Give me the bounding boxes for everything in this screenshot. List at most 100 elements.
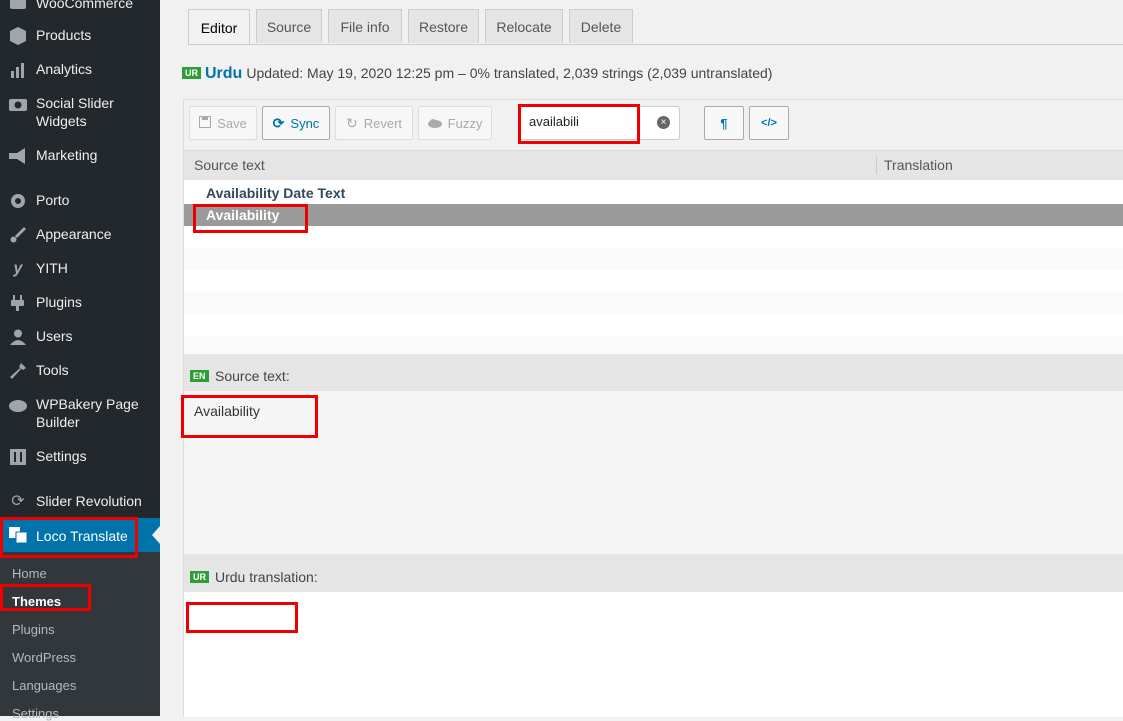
source-flag: EN	[190, 370, 209, 382]
menu-social-slider-widgets[interactable]: Social Slider Widgets	[0, 94, 160, 132]
menu-label: Settings	[36, 448, 87, 464]
menu-loco-translate[interactable]: Loco Translate	[0, 518, 160, 552]
refresh-icon: ⟳	[11, 493, 25, 510]
file-status: UR Urdu Updated: May 19, 2020 12:25 pm – 0…	[182, 65, 772, 83]
menu-label: Porto	[36, 192, 70, 208]
strings-grid-header: Source text Translation	[184, 151, 1123, 180]
tab-divider	[188, 44, 1123, 45]
column-translation[interactable]: Translation	[884, 157, 953, 173]
porto-icon	[8, 191, 28, 211]
menu-label: Loco Translate	[36, 528, 128, 544]
floppy-icon	[199, 115, 212, 131]
table-row[interactable]: Availability Date Text	[184, 182, 1123, 204]
translation-textarea[interactable]	[184, 593, 1123, 717]
woocommerce-icon	[8, 0, 28, 14]
menu-label: Tools	[36, 362, 69, 378]
editor-toolbar: Save ⟳ Sync ↻ Revert Fuzzy × ¶ </>	[184, 100, 1123, 151]
empty-row	[184, 336, 1123, 354]
menu-label: Appearance	[36, 226, 112, 242]
plugin-icon	[8, 293, 28, 313]
menu-settings[interactable]: Settings	[0, 447, 160, 467]
translation-pane-header: UR Urdu translation:	[184, 561, 1123, 592]
tab-restore[interactable]: Restore	[408, 9, 479, 43]
camera-icon	[8, 94, 28, 114]
source-pane-header: EN Source text:	[184, 360, 1123, 391]
settings-icon	[8, 447, 28, 467]
menu-marketing[interactable]: Marketing	[0, 146, 160, 166]
menu-label: Marketing	[36, 147, 98, 163]
menu-wpbakery[interactable]: WPBakery Page Builder	[0, 395, 160, 433]
submenu-themes[interactable]: Themes	[12, 594, 61, 609]
source-text-pane: Availability	[184, 391, 1123, 554]
paintbrush-icon	[8, 225, 28, 245]
search-field[interactable]: ×	[518, 106, 680, 140]
save-button[interactable]: Save	[189, 106, 257, 140]
analytics-icon	[8, 60, 28, 80]
language-flag: UR	[182, 67, 201, 79]
tab-editor[interactable]: Editor	[188, 9, 250, 45]
tab-file-info[interactable]: File info	[328, 9, 402, 43]
loco-submenu: Home Themes Plugins WordPress Languages …	[0, 552, 160, 721]
code-icon: </>	[761, 117, 777, 129]
revert-button[interactable]: ↻ Revert	[335, 106, 413, 140]
column-source-text[interactable]: Source text	[194, 157, 265, 173]
submenu-home[interactable]: Home	[12, 566, 47, 581]
menu-label: YITH	[36, 260, 68, 276]
user-icon	[8, 327, 28, 347]
submenu-languages[interactable]: Languages	[12, 678, 76, 693]
current-menu-arrow	[152, 526, 160, 544]
menu-users[interactable]: Users	[0, 327, 160, 347]
translation-pane-label: Urdu translation:	[215, 569, 318, 585]
menu-label: Products	[36, 27, 92, 43]
menu-label: WPBakery Page Builder	[36, 396, 139, 430]
products-icon	[8, 26, 28, 46]
menu-porto[interactable]: Porto	[0, 191, 160, 211]
sync-button[interactable]: ⟳ Sync	[262, 106, 330, 140]
menu-label: WooCommerce	[36, 0, 133, 11]
cloud-icon	[427, 116, 442, 131]
empty-row	[184, 292, 1123, 314]
menu-products[interactable]: Products	[0, 26, 160, 46]
wrench-icon	[8, 361, 28, 381]
menu-yith[interactable]: y YITH	[0, 259, 160, 279]
menu-slider-revolution[interactable]: ⟳ Slider Revolution	[0, 492, 160, 512]
menu-analytics[interactable]: Analytics	[0, 60, 160, 80]
tab-source[interactable]: Source	[256, 9, 322, 43]
menu-label: Social Slider Widgets	[36, 95, 114, 129]
revert-label: Revert	[363, 115, 403, 131]
table-row-selected[interactable]: Availability	[184, 204, 1123, 226]
invisibles-toggle[interactable]: ¶	[704, 106, 744, 140]
target-flag: UR	[190, 571, 209, 583]
source-pane-label: Source text:	[215, 368, 290, 384]
sync-label: Sync	[290, 115, 320, 131]
row-source-text: Availability	[206, 207, 280, 223]
tab-relocate[interactable]: Relocate	[485, 9, 563, 43]
save-label: Save	[217, 115, 247, 131]
fuzzy-button[interactable]: Fuzzy	[418, 106, 492, 140]
menu-tools[interactable]: Tools	[0, 361, 160, 381]
translation-editor: Save ⟳ Sync ↻ Revert Fuzzy × ¶ </>	[183, 99, 1123, 717]
menu-plugins[interactable]: Plugins	[0, 293, 160, 313]
pane-resize-handle[interactable]	[184, 554, 1123, 561]
submenu-plugins[interactable]: Plugins	[12, 622, 55, 637]
row-source-text: Availability Date Text	[206, 185, 346, 201]
empty-row	[184, 248, 1123, 270]
tab-delete[interactable]: Delete	[569, 9, 633, 43]
admin-sidebar: WooCommerce Products Analytics Social Sl…	[0, 0, 160, 721]
code-view-toggle[interactable]: </>	[749, 106, 789, 140]
pilcrow-icon: ¶	[720, 115, 728, 131]
menu-appearance[interactable]: Appearance	[0, 225, 160, 245]
column-separator[interactable]	[876, 156, 877, 174]
translate-icon	[8, 525, 28, 545]
main-content: Editor Source File info Restore Relocate…	[160, 0, 1123, 717]
source-text-value: Availability	[194, 403, 260, 419]
clear-search-icon[interactable]: ×	[657, 116, 670, 129]
menu-label: Plugins	[36, 294, 82, 310]
menu-woocommerce[interactable]: WooCommerce	[0, 0, 160, 14]
submenu-wordpress[interactable]: WordPress	[12, 650, 76, 665]
yith-icon: y	[13, 260, 23, 277]
submenu-settings[interactable]: Settings	[12, 706, 59, 721]
language-link[interactable]: Urdu	[205, 65, 242, 82]
search-input[interactable]	[529, 114, 639, 129]
undo-icon: ↻	[345, 114, 358, 131]
